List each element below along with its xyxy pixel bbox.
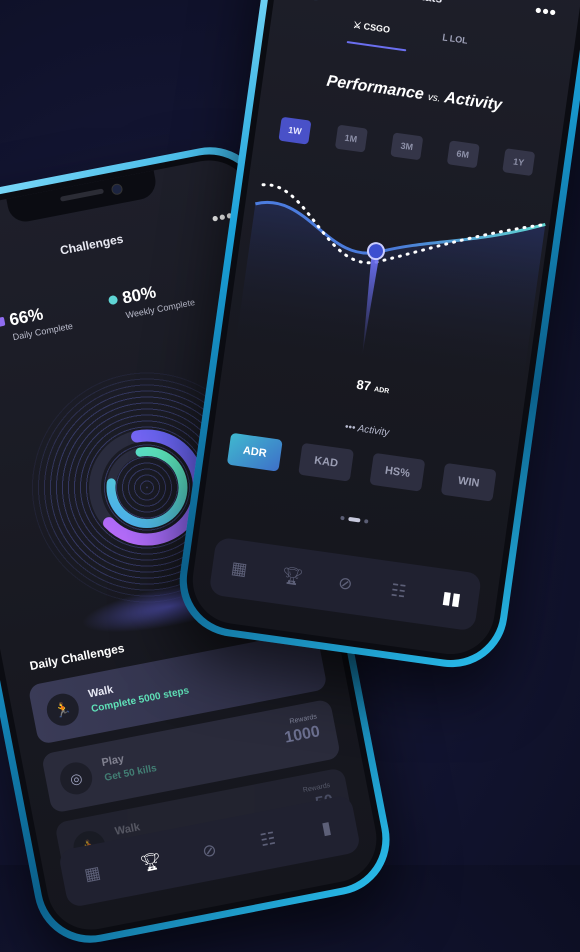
metric-adr[interactable]: ADR — [226, 432, 283, 472]
headline-vs: vs. — [427, 91, 442, 105]
grid-icon[interactable]: ▦ — [219, 549, 260, 590]
trophy-icon[interactable]: 🏆︎ — [130, 842, 172, 884]
chart-headline: Performance vs. Activity — [262, 64, 566, 124]
selection-point[interactable] — [366, 242, 385, 261]
avatar[interactable] — [296, 0, 335, 3]
weekly-percent: 80% — [120, 282, 158, 308]
daily-percent: 66% — [7, 304, 45, 330]
range-3m[interactable]: 3M — [390, 132, 424, 161]
tab-lol[interactable]: ᒪ LOL — [442, 32, 469, 46]
trophy-icon[interactable]: 🏆︎ — [272, 556, 313, 597]
chart-area — [234, 202, 546, 393]
range-1y[interactable]: 1Y — [502, 148, 536, 177]
page-dot-active[interactable] — [348, 516, 361, 523]
weekly-dot-icon — [107, 294, 119, 306]
more-icon[interactable]: ••• — [534, 0, 558, 24]
tab-bar: ▦ 🏆︎ ⊘ ☷ ▮▮ — [208, 536, 483, 632]
weekly-stat: 80% Weekly Complete — [107, 275, 196, 323]
page-dot[interactable] — [340, 515, 345, 521]
page-dot[interactable] — [364, 518, 369, 524]
range-1w[interactable]: 1W — [278, 116, 312, 145]
range-1m[interactable]: 1M — [334, 124, 368, 153]
weekly-ring — [106, 447, 188, 529]
inner-ring-track — [106, 447, 188, 529]
compass-icon[interactable]: ⊘ — [188, 830, 230, 872]
metric-hs[interactable]: HS% — [369, 452, 426, 492]
selected-number: 87 — [355, 376, 372, 394]
compass-icon[interactable]: ⊘ — [325, 564, 366, 605]
phone-bezel: Stats ••• ⚔ CSGO ᒪ LOL Performance vs. A… — [180, 0, 580, 667]
tab-lol-label: LOL — [449, 33, 469, 46]
tab-csgo-label: CSGO — [363, 21, 391, 35]
notch — [6, 170, 159, 225]
tab-indicator — [346, 41, 407, 52]
time-range-selector: 1W 1M 3M 6M 1Y — [278, 116, 536, 178]
stats-phone: Stats ••• ⚔ CSGO ᒪ LOL Performance vs. A… — [172, 0, 580, 675]
selected-unit: ADR — [373, 386, 390, 396]
ladder-icon[interactable]: ☷ — [378, 571, 419, 612]
metric-kad[interactable]: KAD — [298, 442, 355, 482]
section-title: Daily Challenges — [28, 640, 126, 674]
chart-icon[interactable]: ▮ — [305, 807, 347, 849]
stats-screen: Stats ••• ⚔ CSGO ᒪ LOL Performance vs. A… — [187, 0, 580, 660]
ladder-icon[interactable]: ☷ — [247, 819, 289, 861]
performance-chart — [234, 183, 547, 393]
daily-stat: 66% Daily Complete — [0, 299, 74, 345]
range-6m[interactable]: 6M — [446, 140, 480, 169]
challenge-name: Play — [100, 753, 126, 770]
chart-icon[interactable]: ▮▮ — [431, 579, 472, 620]
headline-performance: Performance — [325, 72, 425, 104]
headline-activity: Activity — [443, 89, 503, 115]
runner-icon: 🏃 — [44, 690, 82, 729]
metric-win[interactable]: WIN — [440, 462, 497, 502]
reward-value: 1000 — [283, 723, 322, 747]
grid-icon[interactable]: ▦ — [71, 853, 113, 895]
target-icon: ◎ — [57, 759, 95, 798]
tab-csgo[interactable]: ⚔ CSGO — [352, 20, 391, 36]
daily-hex-icon — [0, 316, 6, 328]
challenge-name: Walk — [87, 683, 115, 701]
